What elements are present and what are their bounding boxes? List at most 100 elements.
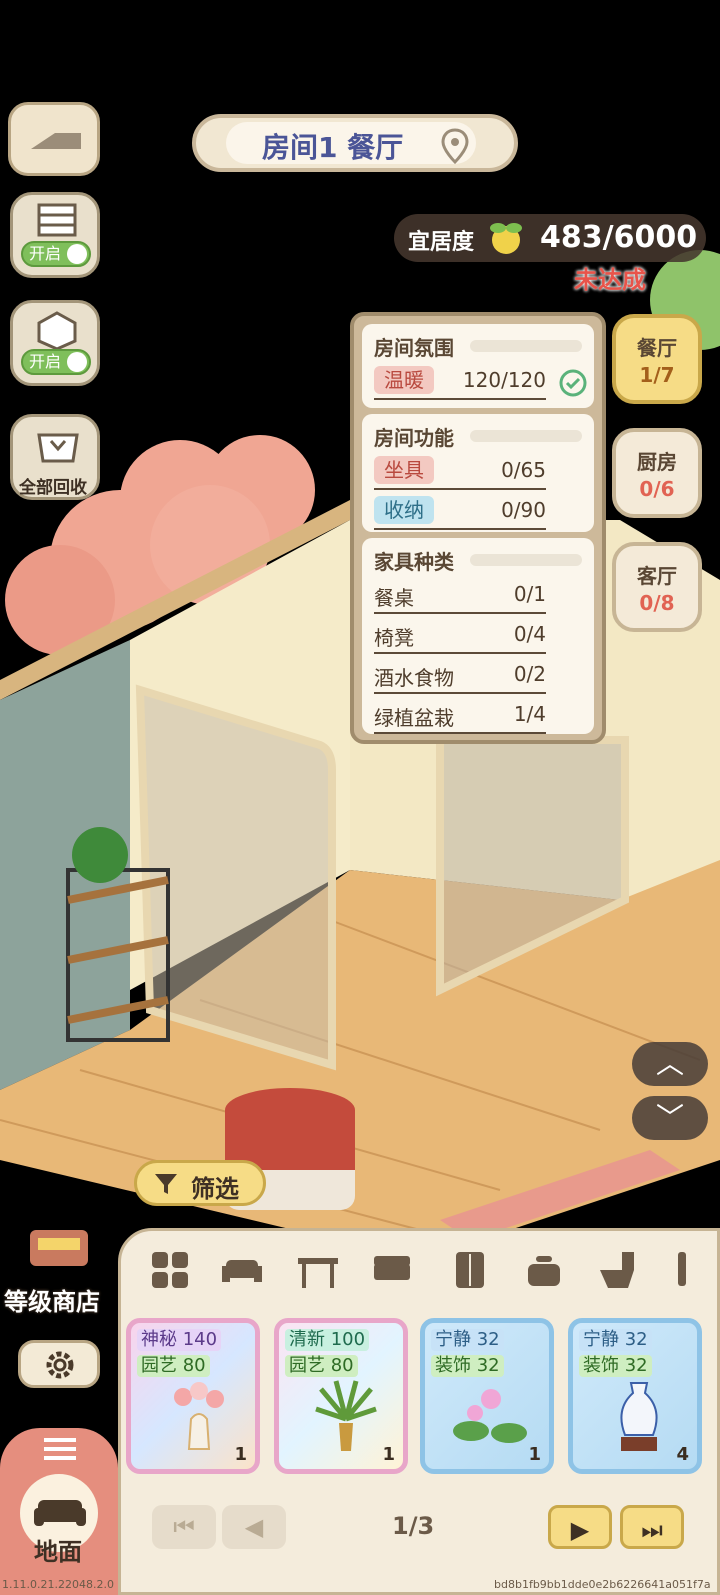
comfort-score-bar: 宜居度 483/6000 (394, 214, 706, 262)
skip-first-icon: ⏮ (173, 1513, 195, 1541)
item-count: 1 (382, 1444, 395, 1465)
furniture-value: 1/4 (513, 702, 546, 726)
next-page-button[interactable]: ▶ (548, 1505, 612, 1549)
item-stat2: 装饰 32 (431, 1355, 504, 1377)
first-page-button[interactable]: ⏮ (152, 1505, 216, 1549)
category-pot-icon[interactable] (524, 1250, 564, 1290)
check-circle-icon (559, 369, 587, 397)
room-tab-count: 0/6 (639, 477, 675, 501)
item-count: 1 (528, 1444, 541, 1465)
toggle-knob (67, 244, 87, 264)
furniture-row: 酒水食物 0/2 (374, 662, 546, 694)
furniture-row: 餐桌 0/1 (374, 582, 546, 614)
cube-icon (37, 311, 77, 349)
room-title: 房间1 餐厅 (262, 131, 404, 164)
inventory-item[interactable]: 神秘 140 园艺 80 1 (126, 1318, 260, 1474)
category-toilet-icon[interactable] (598, 1250, 638, 1290)
recycle-all-button[interactable]: 全部回收 (10, 414, 100, 500)
wall-icon (37, 203, 77, 237)
furniture-value: 0/4 (513, 622, 546, 646)
room-tab-label: 厨房 (637, 450, 677, 474)
furniture-value: 0/2 (513, 662, 546, 686)
atmosphere-card: 房间氛围 温暖 120/120 (362, 324, 594, 408)
inventory-item[interactable]: 清新 100 园艺 80 1 (274, 1318, 408, 1474)
chevron-down-icon: ﹀ (655, 1101, 684, 1134)
comfort-label: 宜居度 (408, 230, 475, 255)
category-table-icon[interactable] (298, 1250, 338, 1290)
category-sofa-icon[interactable] (222, 1250, 262, 1290)
lotus-icon (453, 1389, 527, 1443)
furniture-label: 绿植盆栽 (374, 706, 454, 730)
porcelain-vase-icon (620, 1382, 658, 1451)
room-title-bar[interactable]: 房间1 餐厅 (192, 114, 518, 172)
pearl-vase-icon (174, 1382, 224, 1450)
function-row: 收纳 0/90 (374, 496, 546, 530)
floor-toggle-button[interactable]: 开启 (10, 300, 100, 386)
item-stat2: 园艺 80 (285, 1355, 358, 1377)
furniture-label: 餐桌 (374, 586, 414, 610)
chevron-up-icon: ︿ (655, 1047, 684, 1080)
wall-toggle-button[interactable]: 开启 (10, 192, 100, 278)
scroll-up-button[interactable]: ︿ (632, 1042, 708, 1086)
funnel-icon (155, 1174, 177, 1194)
back-arrow-icon (31, 133, 81, 149)
item-stat1: 宁静 32 (579, 1329, 652, 1351)
category-bed-icon[interactable] (372, 1250, 412, 1290)
version-left: 1.11.0.21.22048.2.0 (2, 1578, 114, 1591)
furniture-row: 椅凳 0/4 (374, 622, 546, 654)
filter-button[interactable]: 筛选 (134, 1160, 266, 1206)
level-shop-button[interactable]: 等级商店 (0, 1220, 116, 1316)
furniture-title: 家具种类 (374, 550, 454, 574)
scroll-down-button[interactable]: ﹀ (632, 1096, 708, 1140)
floor-toggle[interactable]: 开启 (21, 349, 91, 375)
seating-value: 0/65 (501, 458, 546, 482)
version-right: bd8b1fb9bb1dde0e2b6226641a051f7a (494, 1578, 711, 1591)
item-stat2: 装饰 32 (579, 1355, 652, 1377)
item-count: 4 (676, 1444, 689, 1465)
category-wardrobe-icon[interactable] (450, 1250, 490, 1290)
floor-mode-button[interactable]: 地面 (0, 1428, 118, 1595)
room-tab-count: 1/7 (639, 363, 675, 387)
toggle-knob (67, 352, 87, 372)
inventory-item[interactable]: 宁静 32 装饰 32 1 (420, 1318, 554, 1474)
tag-warm: 温暖 (374, 366, 434, 394)
floor-toggle-label: 开启 (29, 352, 62, 371)
settings-button[interactable] (18, 1340, 100, 1388)
furniture-label: 酒水食物 (374, 666, 454, 690)
comfort-status: 未达成 (574, 266, 646, 294)
furniture-value: 0/1 (513, 582, 546, 606)
triangle-left-icon: ◀ (244, 1513, 264, 1541)
last-page-button[interactable]: ⏭ (620, 1505, 684, 1549)
room-stats-panel: 房间氛围 温暖 120/120 房间功能 坐具 0/65 收纳 0/90 家具种… (350, 312, 606, 744)
atmosphere-row: 温暖 120/120 (374, 366, 546, 400)
recycle-all-label: 全部回收 (19, 478, 87, 498)
comfort-score: 483/6000 (540, 220, 698, 255)
triangle-right-icon: ▶ (570, 1516, 590, 1544)
atmosphere-value: 120/120 (462, 368, 546, 392)
floor-mode-label: 地面 (34, 1538, 82, 1566)
room-tab-living[interactable]: 客厅 0/8 (612, 542, 702, 632)
gear-icon (46, 1351, 74, 1379)
function-card: 房间功能 坐具 0/65 收纳 0/90 (362, 414, 594, 532)
function-title: 房间功能 (374, 426, 454, 450)
item-count: 1 (234, 1444, 247, 1465)
item-stat1: 清新 100 (285, 1329, 370, 1351)
furniture-card: 家具种类 餐桌 0/1 椅凳 0/4 酒水食物 0/2 绿植盆栽 1/4 (362, 538, 594, 734)
page-indicator: 1/3 (392, 1512, 435, 1540)
room-tab-dining[interactable]: 餐厅 1/7 (612, 314, 702, 404)
level-shop-label: 等级商店 (4, 1288, 100, 1316)
prev-page-button[interactable]: ◀ (222, 1505, 286, 1549)
inventory-item[interactable]: 宁静 32 装饰 32 4 (568, 1318, 702, 1474)
item-stat1: 宁静 32 (431, 1329, 504, 1351)
filter-label: 筛选 (191, 1175, 239, 1203)
category-lamp-icon[interactable] (672, 1250, 692, 1290)
back-button[interactable] (8, 102, 100, 176)
palm-plant-icon (315, 1380, 377, 1451)
item-stat2: 园艺 80 (137, 1355, 210, 1377)
category-all-icon[interactable] (150, 1250, 190, 1290)
room-tab-label: 客厅 (637, 564, 677, 588)
room-tab-kitchen[interactable]: 厨房 0/6 (612, 428, 702, 518)
box-recycle-icon (37, 433, 79, 463)
location-pin-icon (441, 128, 469, 164)
wall-toggle[interactable]: 开启 (21, 241, 91, 267)
